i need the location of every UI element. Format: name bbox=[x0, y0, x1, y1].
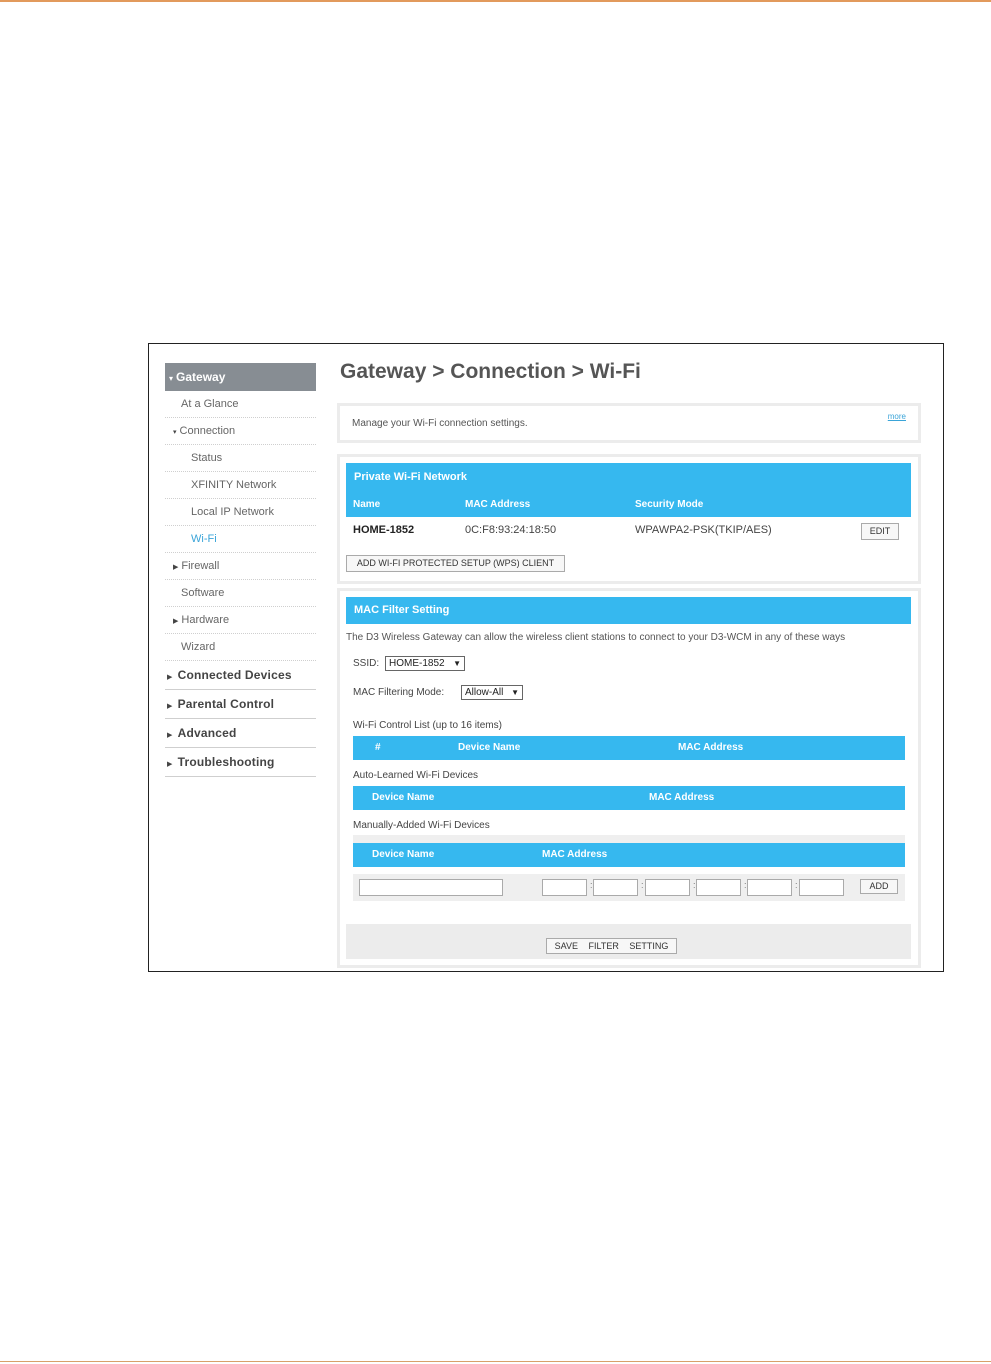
manual-entry-row: : : : : : bbox=[353, 874, 905, 901]
add-device-button[interactable]: ADD bbox=[860, 879, 898, 894]
auto-learned-label: Auto-Learned Wi-Fi Devices bbox=[353, 770, 479, 781]
manual-label: Manually-Added Wi-Fi Devices bbox=[353, 820, 490, 831]
sidebar-item-label: Connected Devices bbox=[177, 668, 292, 682]
mac-separator: : bbox=[641, 880, 644, 890]
device-name-input[interactable] bbox=[359, 879, 503, 896]
dropdown-arrow-icon: ▼ bbox=[511, 688, 519, 697]
control-list-label: Wi-Fi Control List (up to 16 items) bbox=[353, 720, 502, 731]
ssid-label: SSID: bbox=[353, 658, 380, 669]
intro-text: Manage your Wi-Fi connection settings. bbox=[352, 418, 528, 429]
mode-value: Allow-All bbox=[465, 687, 504, 698]
mac-octet-input[interactable] bbox=[593, 879, 638, 896]
manual-header: Device Name MAC Address bbox=[353, 843, 905, 867]
sidebar-item-xfinity-network[interactable]: XFINITY Network bbox=[165, 472, 316, 499]
sidebar-item-wifi[interactable]: Wi-Fi bbox=[165, 526, 316, 553]
sidebar-item-label: Advanced bbox=[177, 726, 237, 740]
network-mac: 0C:F8:93:24:18:50 bbox=[465, 524, 557, 536]
sidebar-item-label: Parental Control bbox=[177, 697, 275, 711]
sidebar-item-label: Connection bbox=[179, 425, 236, 437]
column-header-device-name: Device Name bbox=[458, 742, 521, 753]
mac-filter-header: MAC Filter Setting bbox=[346, 597, 911, 624]
sidebar-item-advanced[interactable]: ▶ Advanced bbox=[165, 719, 316, 748]
mac-octet-input[interactable] bbox=[542, 879, 587, 896]
sidebar-item-label: Software bbox=[181, 587, 225, 599]
mac-separator: : bbox=[795, 880, 798, 890]
column-header-device-name: Device Name bbox=[372, 849, 435, 860]
mac-octet-input[interactable] bbox=[696, 879, 741, 896]
mac-filter-panel: MAC Filter Setting The D3 Wireless Gatew… bbox=[340, 591, 918, 965]
sidebar-item-gateway[interactable]: ▾ Gateway bbox=[165, 363, 316, 391]
sidebar-item-label: Troubleshooting bbox=[177, 755, 275, 769]
mac-octet-input[interactable] bbox=[747, 879, 792, 896]
control-list-header: # Device Name MAC Address bbox=[353, 736, 905, 760]
sidebar-item-label: Status bbox=[191, 452, 223, 464]
column-header-mac: MAC Address bbox=[465, 499, 531, 510]
mac-filtering-mode-label: MAC Filtering Mode: bbox=[353, 687, 445, 698]
column-header-mac: MAC Address bbox=[678, 742, 744, 753]
sidebar-item-label: Gateway bbox=[176, 370, 226, 384]
dropdown-arrow-icon: ▼ bbox=[453, 659, 461, 668]
column-header-device-name: Device Name bbox=[372, 792, 435, 803]
sidebar-item-connection[interactable]: ▾ Connection bbox=[165, 418, 316, 445]
chevron-down-icon: ▾ bbox=[173, 429, 177, 436]
sidebar-item-label: Local IP Network bbox=[191, 506, 274, 518]
column-header-security: Security Mode bbox=[635, 499, 704, 510]
sidebar-item-label: Firewall bbox=[181, 560, 220, 572]
ssid-value: HOME-1852 bbox=[389, 658, 445, 669]
column-header-name: Name bbox=[353, 499, 381, 510]
column-header-mac: MAC Address bbox=[649, 792, 715, 803]
page-top-rule bbox=[0, 0, 991, 2]
sidebar-item-status[interactable]: Status bbox=[165, 445, 316, 472]
page-bottom-rule bbox=[0, 1361, 991, 1362]
add-wps-client-button[interactable]: ADD WI-FI PROTECTED SETUP (WPS) CLIENT bbox=[346, 555, 565, 572]
gateway-screenshot: ▾ Gateway At a Glance ▾ Connection Status … bbox=[148, 343, 944, 972]
sidebar-item-connected-devices[interactable]: ▶ Connected Devices bbox=[165, 661, 316, 690]
sidebar-item-label: Hardware bbox=[181, 614, 230, 626]
chevron-right-icon: ▶ bbox=[167, 703, 173, 710]
chevron-right-icon: ▶ bbox=[167, 674, 173, 681]
intro-panel: Manage your Wi-Fi connection settings. m… bbox=[340, 406, 918, 440]
network-name: HOME-1852 bbox=[353, 524, 415, 536]
sidebar-item-label: At a Glance bbox=[181, 398, 239, 410]
section-title: Private Wi-Fi Network bbox=[354, 471, 467, 483]
chevron-down-icon: ▾ bbox=[169, 374, 174, 383]
sidebar-item-label: XFINITY Network bbox=[191, 479, 277, 491]
edit-button[interactable]: EDIT bbox=[861, 523, 899, 540]
sidebar-item-wizard[interactable]: Wizard bbox=[165, 634, 316, 661]
sidebar-item-software[interactable]: Software bbox=[165, 580, 316, 607]
save-filter-setting-button[interactable]: SAVE FILTER SETTING bbox=[546, 938, 677, 954]
chevron-right-icon: ▶ bbox=[173, 564, 179, 571]
sidebar-item-hardware[interactable]: ▶ Hardware bbox=[165, 607, 316, 634]
mac-filter-description: The D3 Wireless Gateway can allow the wi… bbox=[346, 632, 846, 643]
mac-octet-input[interactable] bbox=[799, 879, 844, 896]
sidebar-nav: ▾ Gateway At a Glance ▾ Connection Status … bbox=[165, 363, 316, 777]
sidebar-item-firewall[interactable]: ▶ Firewall bbox=[165, 553, 316, 580]
sidebar-item-parental-control[interactable]: ▶ Parental Control bbox=[165, 690, 316, 719]
chevron-right-icon: ▶ bbox=[167, 761, 173, 768]
column-header-number: # bbox=[375, 742, 381, 753]
sidebar-item-label: Wizard bbox=[181, 641, 216, 653]
network-security-mode: WPAWPA2-PSK(TKIP/AES) bbox=[635, 524, 772, 536]
ssid-select[interactable]: HOME-1852 ▼ bbox=[385, 656, 465, 671]
chevron-right-icon: ▶ bbox=[173, 618, 179, 625]
page-title: Gateway > Connection > Wi-Fi bbox=[340, 360, 641, 383]
column-header-mac: MAC Address bbox=[542, 849, 608, 860]
private-wifi-header: Private Wi-Fi Network Name MAC Address S… bbox=[346, 463, 911, 517]
sidebar-item-at-a-glance[interactable]: At a Glance bbox=[165, 391, 316, 418]
sidebar-item-local-ip-network[interactable]: Local IP Network bbox=[165, 499, 316, 526]
auto-learned-header: Device Name MAC Address bbox=[353, 786, 905, 810]
mac-filtering-mode-select[interactable]: Allow-All ▼ bbox=[461, 685, 523, 700]
sidebar-item-label: Wi-Fi bbox=[191, 533, 217, 545]
chevron-right-icon: ▶ bbox=[167, 732, 173, 739]
private-wifi-panel: Private Wi-Fi Network Name MAC Address S… bbox=[340, 457, 918, 581]
more-link[interactable]: more bbox=[888, 412, 906, 421]
sidebar-item-troubleshooting[interactable]: ▶ Troubleshooting bbox=[165, 748, 316, 777]
mac-octet-input[interactable] bbox=[645, 879, 690, 896]
section-title: MAC Filter Setting bbox=[354, 604, 450, 616]
